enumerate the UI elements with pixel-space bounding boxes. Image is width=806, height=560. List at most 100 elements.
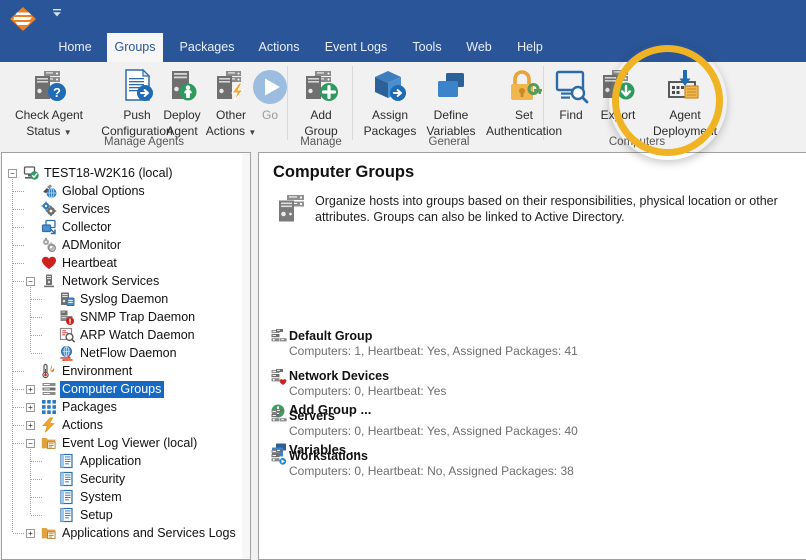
arp-watch-daemon-icon: [59, 327, 75, 343]
tree-item-applications-and-services-logs[interactable]: Applications and Services Logs: [41, 524, 239, 542]
tree-scrollbar[interactable]: [242, 153, 250, 559]
tree-expander[interactable]: −: [26, 276, 35, 286]
go-play-icon: [248, 66, 292, 106]
tree-item-environment[interactable]: Environment: [41, 362, 135, 380]
tree-item-label: TEST18-W2K16 (local): [44, 165, 173, 180]
ribbon-tab-strip: Home Groups Packages Actions Event Logs …: [0, 33, 806, 62]
ribbon-group-manage-agents: ? Check Agent Status ▼ Push Configuratio…: [2, 62, 287, 150]
tab-home[interactable]: Home: [55, 33, 95, 62]
tree-item-application[interactable]: Application: [59, 452, 144, 470]
tree-item-packages[interactable]: Packages: [41, 398, 120, 416]
network-services-icon: [44, 274, 54, 288]
tree-item-label: ARP Watch Daemon: [80, 327, 195, 342]
netflow-daemon-icon: [60, 346, 73, 361]
tree-item-label: Actions: [62, 417, 103, 432]
computer-group-stats: Computers: 1, Heartbeat: Yes, Assigned P…: [289, 344, 578, 358]
go-label: Go: [261, 108, 278, 122]
tree-item-computer-groups[interactable]: Computer Groups: [41, 380, 165, 398]
tree-guide-line: [13, 533, 25, 534]
tree-item-system[interactable]: System: [59, 488, 125, 506]
ribbon-group-general-label: General: [428, 136, 470, 148]
admonitor-icon: [43, 237, 57, 253]
add-group-label-line1: Add: [310, 108, 332, 122]
tab-actions-label: Actions: [258, 40, 300, 54]
tree-item-netflow-daemon[interactable]: NetFlow Daemon: [59, 344, 180, 362]
tree-item-label: Services: [62, 201, 110, 216]
tree-guide-line: [13, 407, 25, 408]
check-agent-status-label-line1: Check Agent: [14, 108, 84, 122]
heartbeat-heart-icon: [42, 256, 56, 269]
event-log-icon: [60, 471, 73, 487]
add-group-button[interactable]: Add Group: [290, 66, 352, 138]
agent-deployment-button[interactable]: Agent Deployment: [639, 66, 731, 138]
ribbon-group-manage-label: Manage: [300, 136, 342, 148]
tree-item-security[interactable]: Security: [59, 470, 128, 488]
tree-item-snmp-trap-daemon[interactable]: SNMP Trap Daemon: [59, 308, 198, 326]
tree-expander[interactable]: −: [8, 168, 17, 178]
tree-guide-line: [13, 389, 25, 390]
tab-help-label: Help: [517, 40, 543, 54]
find-button[interactable]: Find: [547, 66, 595, 122]
navigation-tree[interactable]: − TEST18-W2K16 (local) Global Options Servi…: [1, 152, 251, 560]
group-default-icon: [271, 409, 287, 422]
tree-guide-line: [13, 443, 25, 444]
tree-item-syslog-daemon[interactable]: Syslog Daemon: [59, 290, 171, 308]
tree-item-label: Network Services: [62, 273, 160, 288]
tree-expander[interactable]: +: [26, 402, 35, 412]
tree-item-collector[interactable]: Collector: [41, 218, 114, 236]
tree-item-test18-w2k16-local[interactable]: TEST18-W2K16 (local): [23, 164, 176, 182]
tab-groups[interactable]: Groups: [107, 33, 163, 62]
computer-group-row[interactable]: Workstations Computers: 0, Heartbeat: No,…: [289, 449, 574, 478]
page-title: Computer Groups: [273, 163, 415, 181]
assign-packages-label-line1: Assign: [371, 108, 409, 122]
tree-item-heartbeat[interactable]: Heartbeat: [41, 254, 120, 272]
tree-guide-line: [31, 299, 43, 300]
computer-group-stats: Computers: 0, Heartbeat: Yes: [289, 384, 447, 398]
tree-item-services[interactable]: Services: [41, 200, 113, 218]
assign-packages-button[interactable]: Assign Packages: [357, 66, 423, 138]
tree-item-label: SNMP Trap Daemon: [80, 309, 196, 324]
group-icon-wrap: [271, 329, 288, 351]
tree-expander[interactable]: +: [26, 528, 35, 538]
tree-item-arp-watch-daemon[interactable]: ARP Watch Daemon: [59, 326, 198, 344]
check-agent-status-button[interactable]: ? Check Agent Status ▼: [8, 66, 90, 140]
find-label: Find: [559, 108, 583, 122]
tab-help[interactable]: Help: [508, 33, 552, 62]
tab-packages[interactable]: Packages: [174, 33, 240, 62]
global-options-icon: [43, 184, 57, 199]
computer-group-row[interactable]: Servers Computers: 0, Heartbeat: Yes, Ass…: [289, 409, 578, 438]
tab-event-logs-label: Event Logs: [324, 40, 388, 54]
tree-item-actions[interactable]: Actions: [41, 416, 106, 434]
define-variables-button[interactable]: Define Variables: [419, 66, 483, 138]
tree-expander[interactable]: +: [26, 384, 35, 394]
check-agent-status-icon: ?: [8, 66, 90, 106]
tree-expander[interactable]: −: [26, 438, 35, 448]
tab-web[interactable]: Web: [458, 33, 500, 62]
define-variables-icon: [419, 66, 483, 106]
computer-group-row[interactable]: Default Group Computers: 1, Heartbeat: Ye…: [289, 329, 578, 358]
app-logo-icon: [9, 6, 37, 32]
tab-tools-label: Tools: [412, 40, 442, 54]
main-content-pane: Computer Groups Organize hosts into grou…: [258, 152, 806, 560]
tree-item-setup[interactable]: Setup: [59, 506, 116, 524]
tree-item-event-log-viewer-local[interactable]: Event Log Viewer (local): [41, 434, 200, 452]
tree-item-network-services[interactable]: Network Services: [41, 272, 162, 290]
tree-guide-line: [12, 177, 13, 533]
event-log-icon: [60, 453, 73, 469]
tab-event-logs[interactable]: Event Logs: [318, 33, 394, 62]
pane-splitter[interactable]: [251, 152, 257, 558]
event-log-icon: [60, 489, 73, 505]
export-button[interactable]: Export: [591, 66, 645, 122]
ribbon-group-computers: Find Export Agent Deployment Computers: [545, 62, 729, 150]
tree-expander[interactable]: +: [26, 420, 35, 430]
tree-item-admonitor[interactable]: ADMonitor: [41, 236, 124, 254]
tree-guide-line: [13, 245, 25, 246]
tab-tools[interactable]: Tools: [404, 33, 450, 62]
tree-item-global-options[interactable]: Global Options: [41, 182, 148, 200]
tab-actions[interactable]: Actions: [250, 33, 308, 62]
ribbon-group-separator: [352, 66, 353, 140]
computer-group-row[interactable]: Network Devices Computers: 0, Heartbeat: …: [289, 369, 446, 398]
tree-guide-line: [31, 335, 43, 336]
go-button[interactable]: Go: [248, 66, 292, 122]
quick-access-dropdown-icon[interactable]: [48, 6, 66, 22]
